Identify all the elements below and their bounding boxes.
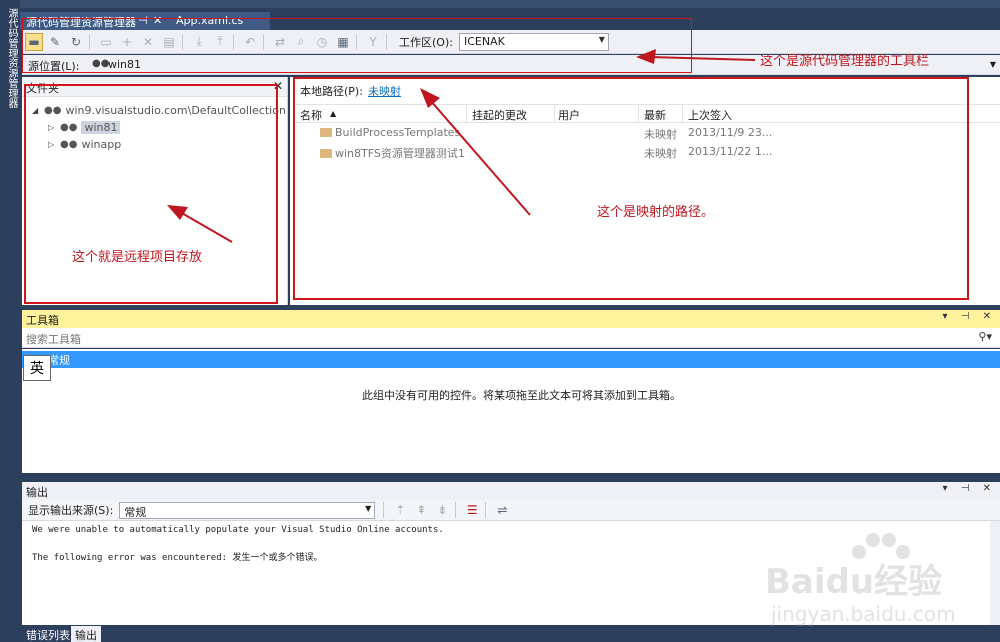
arrowhead-toolbar — [636, 49, 656, 64]
annotation-path-note: 这个是映射的路径。 — [597, 205, 715, 220]
annotation-toolbar-note: 这个是源代码管理器的工具栏 — [760, 54, 930, 69]
arrow-remote — [179, 211, 233, 243]
arrow-toolbar — [649, 56, 756, 61]
arrowhead-path — [420, 88, 440, 108]
annotation-arrows — [167, 49, 756, 243]
arrowhead-remote — [167, 205, 188, 220]
arrow-path — [429, 99, 531, 216]
annotation-remote-note: 这个就是远程项目存放 — [72, 250, 203, 265]
